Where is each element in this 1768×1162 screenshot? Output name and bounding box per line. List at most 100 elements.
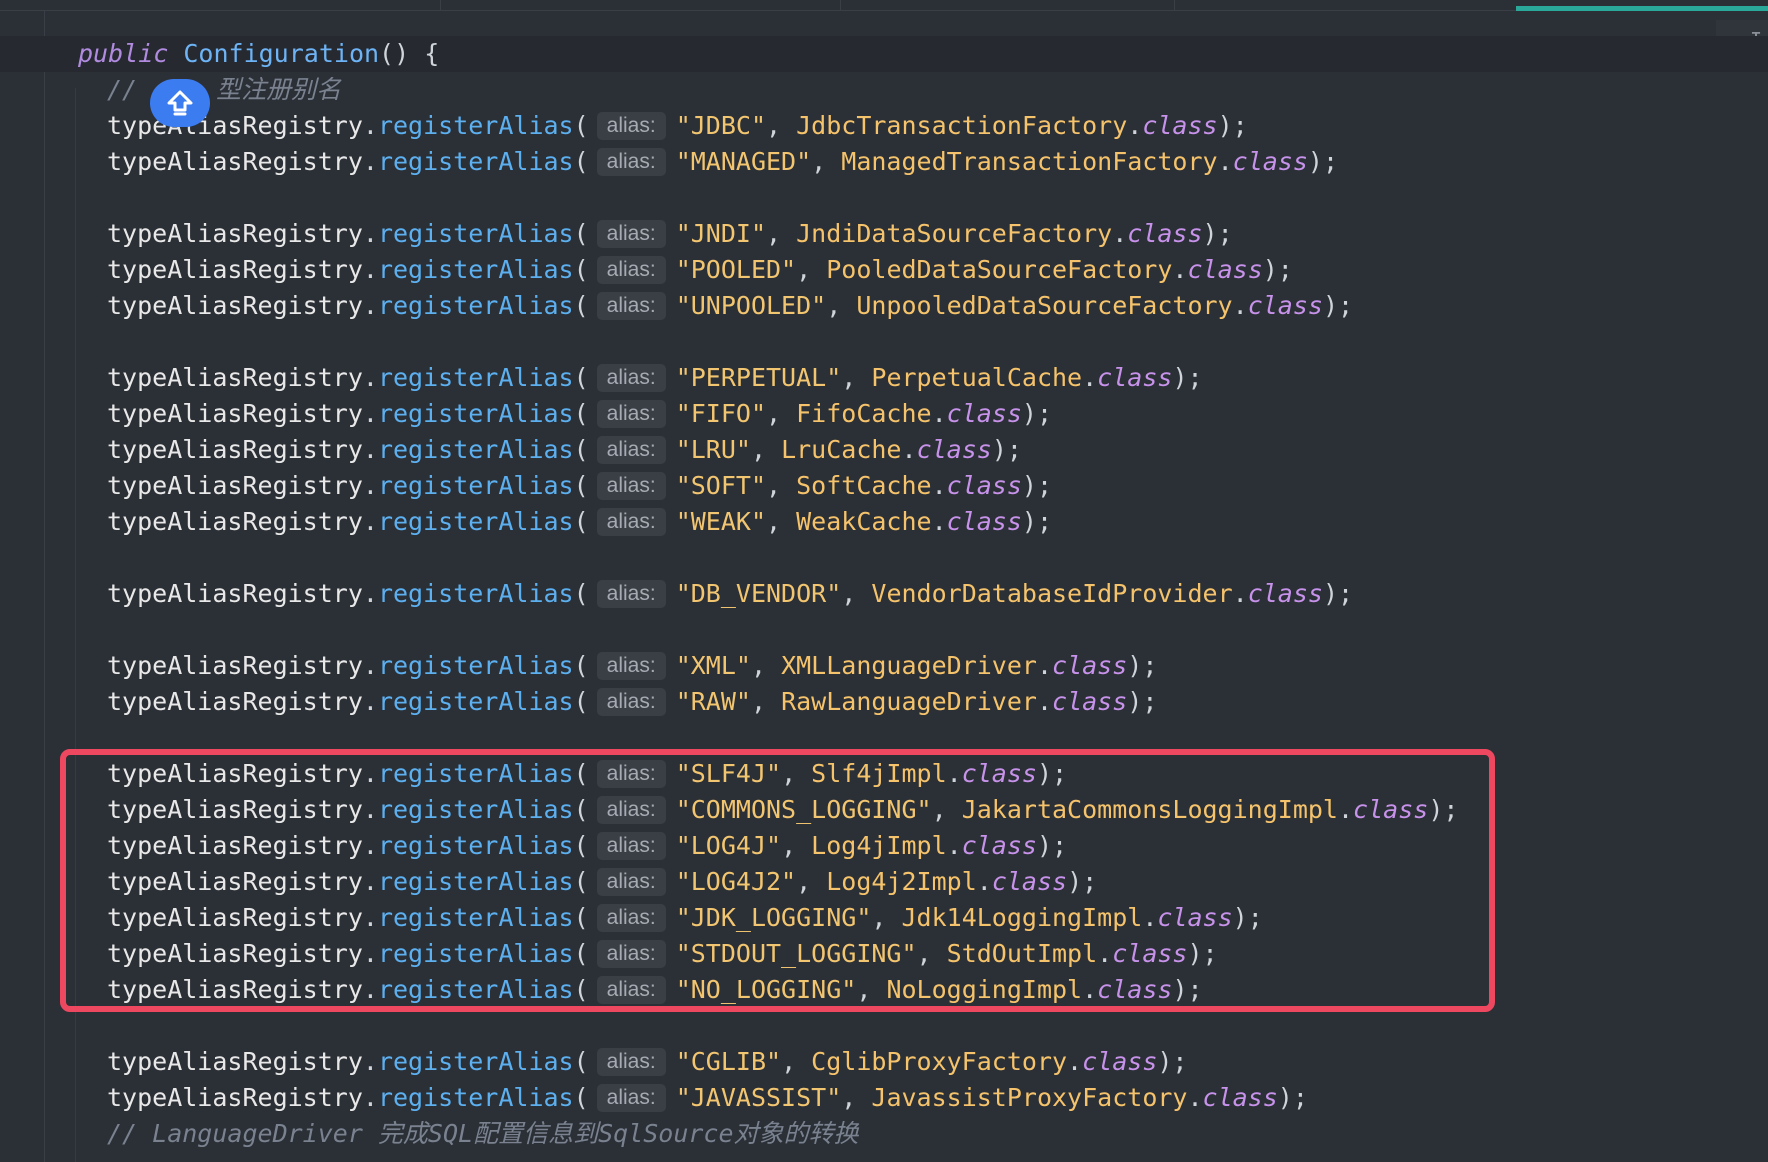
method-name: registerAlias [377, 255, 574, 284]
dot-operator: . [1036, 687, 1053, 716]
parameter-hint: alias: [596, 472, 666, 500]
dot-operator: . [362, 1047, 378, 1076]
comma: , [781, 1047, 812, 1076]
comment-prefix: // [107, 75, 153, 104]
dot-operator: . [1232, 291, 1248, 320]
comma: , [766, 507, 797, 536]
code-line-register-alias[interactable]: typeAliasRegistry.registerAlias(alias: "F… [0, 396, 1768, 432]
tab-separator [1174, 0, 1175, 10]
code-line-register-alias[interactable]: typeAliasRegistry. registerAlias(alias: "P… [0, 252, 1768, 288]
open-paren: ( [573, 1047, 589, 1076]
class-name: RawLanguageDriver [781, 687, 1037, 716]
receiver-variable: typeAliasRegistry [107, 1083, 363, 1112]
close-paren: ); [1262, 255, 1293, 284]
code-line-register-alias[interactable]: typeAliasRegistry.registerAlias(alias: "J… [0, 108, 1768, 144]
alias-string: "RAW" [675, 687, 751, 716]
code-line-register-alias[interactable]: typeAliasRegistry.registerAlias(alias: "R… [0, 684, 1768, 720]
code-line-register-alias[interactable]: typeAliasRegistry.registerAlias(alias: "W… [0, 504, 1768, 540]
open-paren: ( [573, 147, 589, 176]
receiver-variable: typeAliasRegistry [107, 579, 363, 608]
class-name: ManagedTransactionFactory [841, 147, 1218, 176]
dot-operator: . [362, 291, 378, 320]
alias-string: "JNDI" [675, 219, 767, 248]
parameter-hint: alias: [596, 292, 666, 320]
close-paren: ); [1157, 1047, 1188, 1076]
keyword-public: public [78, 39, 169, 68]
parameter-hint: alias: [596, 508, 666, 536]
code-line-constructor[interactable]: public Configuration() { [0, 36, 1768, 72]
dot-operator: . [1187, 1083, 1203, 1112]
blank-line[interactable] [0, 540, 1768, 576]
method-name: registerAlias [377, 111, 574, 140]
close-paren: ); [1127, 687, 1158, 716]
close-paren: ); [1202, 219, 1233, 248]
dot-operator: . [362, 399, 378, 428]
keyword-class: class [1187, 255, 1263, 284]
parameter-hint: alias: [596, 256, 666, 284]
dot-operator: . [931, 471, 947, 500]
open-paren: ( [573, 111, 589, 140]
dot-operator: . [931, 399, 947, 428]
dot-operator: . [362, 471, 378, 500]
keyword-class: class [1082, 1047, 1158, 1076]
active-tab-indicator[interactable] [1516, 6, 1768, 11]
open-paren: ( [573, 363, 589, 392]
code-line-register-alias[interactable]: typeAliasRegistry.registerAlias(alias: "D… [0, 576, 1768, 612]
open-paren: ( [573, 255, 589, 284]
alias-string: "DB_VENDOR" [675, 579, 842, 608]
method-name: registerAlias [377, 435, 574, 464]
comma: , [841, 579, 872, 608]
code-line-register-alias[interactable]: typeAliasRegistry.registerAlias(alias: "P… [0, 360, 1768, 396]
method-name: registerAlias [377, 579, 574, 608]
code-line-comment[interactable]: // 型注册别名 [0, 72, 1768, 108]
floating-upload-button[interactable] [150, 79, 210, 127]
code-line-register-alias[interactable]: typeAliasRegistry.registerAlias(alias: "S… [0, 468, 1768, 504]
code-line-register-alias[interactable]: typeAliasRegistry.registerAlias(alias: "U… [0, 288, 1768, 324]
close-paren: ); [1021, 507, 1053, 536]
receiver-variable: typeAliasRegistry [107, 507, 363, 536]
class-name: CglibProxyFactory [811, 1047, 1068, 1076]
alias-string: "CGLIB" [675, 1047, 782, 1076]
code-line-register-alias[interactable]: typeAliasRegistry.registerAlias(alias: "L… [0, 432, 1768, 468]
code-line-register-alias[interactable]: typeAliasRegistry.registerAlias(alias: "J… [0, 1080, 1768, 1116]
open-paren: ( [573, 219, 589, 248]
comment-text: 型注册别名 [216, 75, 342, 104]
alias-string: "MANAGED" [675, 147, 812, 176]
comma: , [766, 111, 797, 140]
parameter-hint: alias: [596, 652, 666, 680]
alias-string: "PERPETUAL" [675, 363, 842, 392]
blank-line[interactable] [0, 612, 1768, 648]
dot-operator: . [362, 579, 378, 608]
keyword-class: class [1247, 291, 1323, 320]
method-name: registerAlias [377, 507, 574, 536]
class-name: VendorDatabaseIdProvider [871, 579, 1233, 608]
code-line-register-alias[interactable]: typeAliasRegistry.registerAlias(alias: "J… [0, 216, 1768, 252]
code-line-register-alias[interactable]: typeAliasRegistry.registerAlias(alias: "X… [0, 648, 1768, 684]
alias-string: "POOLED" [675, 255, 797, 284]
open-paren: ( [573, 291, 589, 320]
parameter-hint: alias: [596, 1048, 666, 1076]
parameter-hint: alias: [596, 1084, 666, 1112]
receiver-variable: typeAliasRegistry [107, 255, 363, 284]
alias-string: "SOFT" [675, 471, 767, 500]
blank-line[interactable] [0, 1008, 1768, 1044]
class-name: PerpetualCache [871, 363, 1083, 392]
dot-operator: . [901, 435, 917, 464]
dot-operator: . [1172, 255, 1188, 284]
tab-separator [840, 0, 841, 10]
receiver-variable: typeAliasRegistry [107, 363, 363, 392]
close-paren: ); [1307, 147, 1339, 176]
close-paren: ); [1322, 291, 1354, 320]
dot-operator: . [362, 111, 378, 140]
receiver-variable: typeAliasRegistry [107, 147, 363, 176]
keyword-class: class [1097, 363, 1173, 392]
blank-line[interactable] [0, 324, 1768, 360]
code-line-register-alias[interactable]: typeAliasRegistry.registerAlias(alias: "C… [0, 1044, 1768, 1080]
comma: , [766, 219, 797, 248]
method-name: registerAlias [377, 1047, 574, 1076]
code-line-last-comment[interactable]: // LanguageDriver 完成SQL配置信息到SqlSource对象的… [0, 1116, 1768, 1152]
code-line-register-alias[interactable]: typeAliasRegistry.registerAlias(alias: "M… [0, 144, 1768, 180]
dot-operator: . [362, 147, 378, 176]
method-name: registerAlias [377, 291, 574, 320]
blank-line[interactable] [0, 180, 1768, 216]
